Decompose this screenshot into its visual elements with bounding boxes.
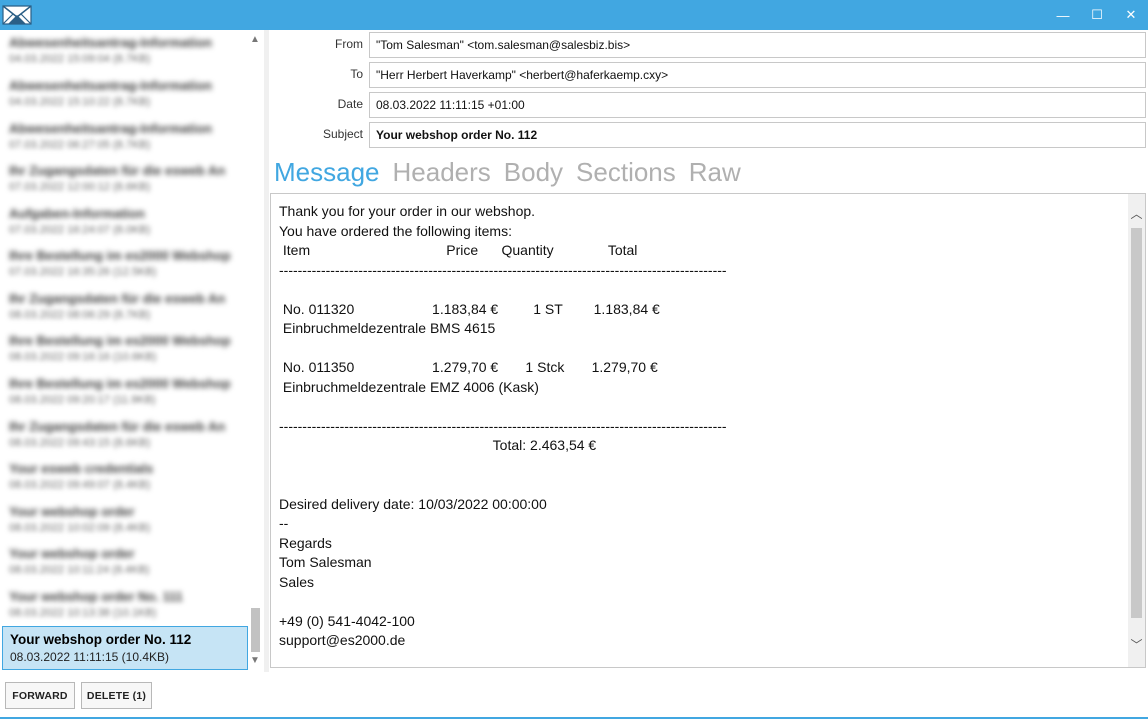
tab-body[interactable]: Body <box>504 154 563 190</box>
envelope-app-icon <box>2 5 32 25</box>
list-item-meta: 08.03.2022 09:20:17 (11.9KB) <box>9 394 156 406</box>
list-item[interactable]: Ihr Zugangsdaten für die esweb An 08.03.… <box>2 414 248 456</box>
date-field[interactable]: 08.03.2022 11:11:15 +01:00 <box>369 92 1146 118</box>
subject-field[interactable]: Your webshop order No. 112 <box>369 122 1146 148</box>
forward-button[interactable]: FORWARD <box>5 682 75 709</box>
to-field[interactable]: "Herr Herbert Haverkamp" <herbert@haferk… <box>369 62 1146 88</box>
tab-raw[interactable]: Raw <box>689 154 741 190</box>
message-list-scrollbar[interactable]: ▲ ▼ <box>248 30 262 672</box>
minimize-icon: — <box>1056 7 1070 23</box>
scroll-down-arrow-icon[interactable]: ▼ <box>248 654 262 668</box>
list-item-subject: Ihre Bestellung im es2000 Webshop <box>9 333 231 348</box>
tab-headers[interactable]: Headers <box>393 154 491 190</box>
list-item-subject: Your webshop order No. 111 <box>9 589 183 604</box>
to-label: To <box>350 67 363 81</box>
list-item[interactable]: Your webshop order 08.03.2022 10:11:24 (… <box>2 541 248 583</box>
list-item[interactable]: Abwesenheitsantrag-Information 04.03.202… <box>2 73 248 115</box>
list-item-subject: Your webshop order <box>9 504 135 519</box>
list-item[interactable]: Ihr Zugangsdaten für die esweb An 08.03.… <box>2 286 248 328</box>
view-tabs: Message Headers Body Sections Raw <box>274 154 741 190</box>
list-item[interactable]: Your webshop order 08.03.2022 10:02:09 (… <box>2 499 248 541</box>
list-item[interactable]: Ihre Bestellung im es2000 Webshop 08.03.… <box>2 371 248 413</box>
pane-splitter[interactable] <box>264 30 269 672</box>
list-item-subject: Ihre Bestellung im es2000 Webshop <box>9 376 231 391</box>
body-scroll-up-icon[interactable]: ︿ <box>1128 204 1145 224</box>
message-body-scrollbar[interactable]: ︿ ﹀ <box>1128 194 1145 667</box>
tab-message[interactable]: Message <box>274 154 380 190</box>
subject-label: Subject <box>322 127 363 141</box>
list-item-meta: 08.03.2022 11:11:15 (10.4KB) <box>10 650 170 664</box>
list-item[interactable]: Ihre Bestellung im es2000 Webshop 08.03.… <box>2 328 248 370</box>
list-item[interactable]: Abwesenheitsantrag-Information 07.03.202… <box>2 116 248 158</box>
list-item[interactable]: Ihr Zugangsdaten für die esweb An 07.03.… <box>2 158 248 200</box>
message-list-scroll-thumb[interactable] <box>251 608 260 652</box>
list-item-meta: 08.03.2022 08:06:29 (8.7KB) <box>9 309 151 321</box>
title-bar[interactable]: — ☐ ✕ <box>0 0 1148 30</box>
list-item-subject: Your webshop order <box>9 546 135 561</box>
from-label: From <box>335 37 363 51</box>
body-scroll-down-icon[interactable]: ﹀ <box>1128 635 1145 655</box>
message-body-text[interactable]: Thank you for your order in our webshop.… <box>279 202 1119 651</box>
tab-sections[interactable]: Sections <box>576 154 676 190</box>
list-item-subject: Your webshop order No. 112 <box>10 632 192 647</box>
message-list[interactable]: Abwesenheitsantrag-Information 04.03.202… <box>0 30 264 672</box>
list-item[interactable]: Aufgaben-Information 07.03.2022 16:24:07… <box>2 201 248 243</box>
list-item-subject: Abwesenheitsantrag-Information <box>9 35 212 50</box>
close-button[interactable]: ✕ <box>1114 0 1148 30</box>
list-item-meta: 08.03.2022 10:02:09 (8.4KB) <box>9 522 151 534</box>
list-item[interactable]: Your webshop order No. 111 08.03.2022 10… <box>2 584 248 626</box>
minimize-button[interactable]: — <box>1046 0 1080 30</box>
close-icon: ✕ <box>1125 7 1137 22</box>
date-label: Date <box>337 97 363 111</box>
list-item-meta: 07.03.2022 06:27:05 (8.7KB) <box>9 139 151 151</box>
maximize-icon: ☐ <box>1091 7 1103 22</box>
scroll-up-arrow-icon[interactable]: ▲ <box>248 33 262 47</box>
list-item[interactable]: Ihre Bestellung im es2000 Webshop 07.03.… <box>2 243 248 285</box>
list-item[interactable]: Abwesenheitsantrag-Information 04.03.202… <box>2 30 248 72</box>
list-item-meta: 08.03.2022 09:49:07 (8.4KB) <box>9 479 151 491</box>
list-item-subject: Abwesenheitsantrag-Information <box>9 121 212 136</box>
list-item-subject: Ihr Zugangsdaten für die esweb An <box>9 419 226 434</box>
message-body-pane[interactable]: Thank you for your order in our webshop.… <box>270 193 1146 668</box>
message-body-scroll-thumb[interactable] <box>1131 228 1142 618</box>
list-item-meta: 08.03.2022 09:16:16 (10.6KB) <box>9 351 157 363</box>
maximize-button[interactable]: ☐ <box>1080 0 1114 30</box>
list-item-meta: 08.03.2022 09:43:15 (8.6KB) <box>9 437 151 449</box>
list-item-meta: 04.03.2022 15:09:04 (8.7KB) <box>9 53 151 65</box>
from-field[interactable]: "Tom Salesman" <tom.salesman@salesbiz.bi… <box>369 32 1146 58</box>
list-item-meta: 07.03.2022 16:35:26 (12.5KB) <box>9 266 157 278</box>
list-item-meta: 04.03.2022 15:10:22 (8.7KB) <box>9 96 151 108</box>
list-item-subject: Aufgaben-Information <box>9 206 145 221</box>
list-item-subject: Your esweb credentials <box>9 461 154 476</box>
list-item-selected[interactable]: Your webshop order No. 112 08.03.2022 11… <box>2 626 248 670</box>
delete-button[interactable]: DELETE (1) <box>81 682 152 709</box>
list-item-subject: Ihr Zugangsdaten für die esweb An <box>9 291 226 306</box>
list-item-meta: 08.03.2022 10:11:24 (8.4KB) <box>9 564 150 576</box>
action-bar: FORWARD DELETE (1) <box>0 672 1148 719</box>
list-item[interactable]: Your esweb credentials 08.03.2022 09:49:… <box>2 456 248 498</box>
list-item-meta: 07.03.2022 12:00:12 (8.6KB) <box>9 181 151 193</box>
list-item-subject: Ihre Bestellung im es2000 Webshop <box>9 248 231 263</box>
list-item-subject: Abwesenheitsantrag-Information <box>9 78 212 93</box>
list-item-meta: 07.03.2022 16:24:07 (8.0KB) <box>9 224 151 236</box>
list-item-meta: 08.03.2022 10:13:38 (10.1KB) <box>9 607 157 619</box>
list-item-subject: Ihr Zugangsdaten für die esweb An <box>9 163 226 178</box>
mail-viewer-window: — ☐ ✕ Abwesenheitsantrag-Information 04.… <box>0 0 1148 719</box>
